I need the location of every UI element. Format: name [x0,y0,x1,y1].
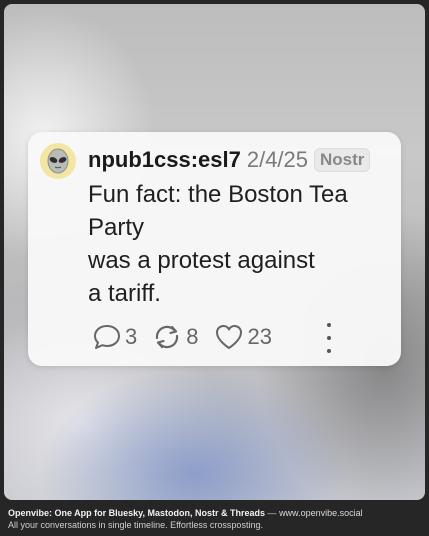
more-dots-icon [327,349,331,353]
alien-face-icon [47,148,69,174]
post-card[interactable]: npub1css:esl7 2/4/25 Nostr Fun fact: the… [28,132,401,366]
footer-separator: — [265,508,280,518]
post-text-line: a tariff. [88,280,161,307]
footer-site-link[interactable]: www.openvibe.social [279,508,363,518]
avatar[interactable] [40,143,76,179]
like-button[interactable]: 23 [213,322,272,352]
network-badge: Nostr [314,148,371,172]
reply-bubble-icon [94,325,120,349]
footer-brand: Openvibe: One App for Bluesky, Mastodon,… [8,508,266,518]
repost-count: 8 [186,324,199,349]
like-count: 23 [247,324,272,349]
more-options-button[interactable] [322,323,336,353]
post-text-line: Party [88,214,145,241]
more-dots-icon [327,323,331,327]
promo-footer: Openvibe: One App for Bluesky, Mastodon,… [8,507,423,531]
more-dots-icon [327,336,331,340]
post-actions: 3 8 23 [92,320,286,354]
post-text-line: was a protest against [88,247,315,274]
post-date[interactable]: 2/4/25 [247,147,308,173]
footer-tagline: All your conversations in single timelin… [8,520,263,530]
repost-icon [156,325,179,349]
post-body: Fun fact: the Boston Tea Party was a pro… [88,178,388,310]
heart-icon [215,325,242,349]
author-handle[interactable]: npub1css:esl7 [88,147,241,173]
post-text-line: Fun fact: the Boston Tea [88,181,348,208]
footer-line-1: Openvibe: One App for Bluesky, Mastodon,… [8,507,423,519]
reply-count: 3 [125,324,138,349]
reply-button[interactable]: 3 [92,322,137,352]
post-header: npub1css:esl7 2/4/25 Nostr [88,144,392,176]
screenshot-frame: npub1css:esl7 2/4/25 Nostr Fun fact: the… [0,0,429,536]
repost-button[interactable]: 8 [151,321,199,353]
